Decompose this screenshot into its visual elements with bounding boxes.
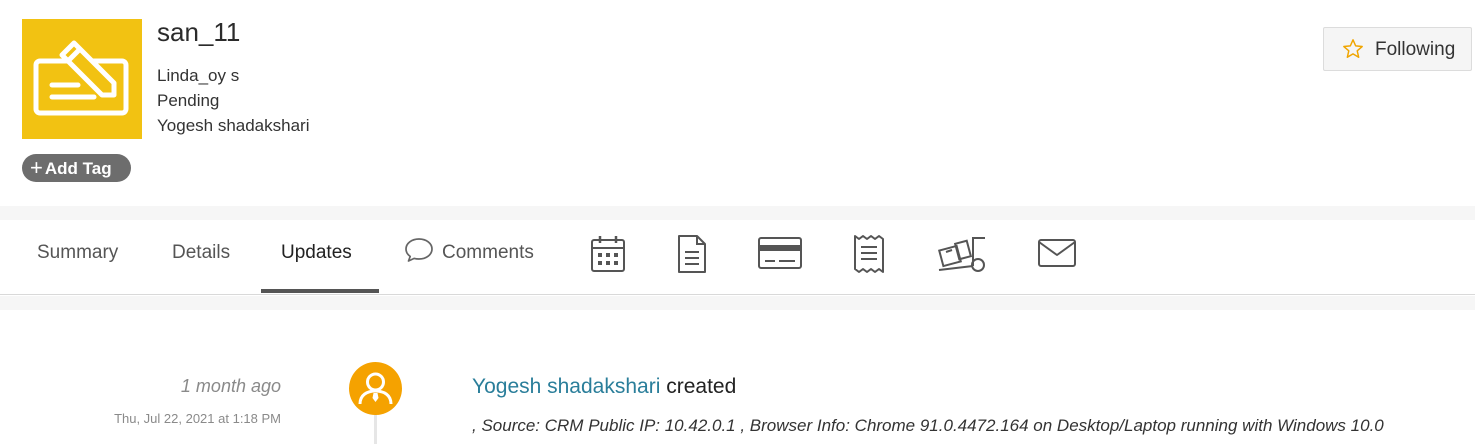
following-button[interactable]: Following (1323, 27, 1472, 71)
update-relative-time: 1 month ago (180, 376, 281, 396)
calendar-icon[interactable] (590, 234, 626, 274)
record-status: Pending (157, 91, 220, 110)
star-icon (1343, 39, 1363, 58)
record-title: san_11 (157, 17, 241, 47)
add-tag-label: Add Tag (44, 159, 112, 178)
receipt-icon[interactable] (852, 234, 886, 274)
section-divider (0, 206, 1475, 220)
update-detail: , Source: CRM Public IP: 10.42.0.1 , Bro… (472, 416, 1384, 435)
chat-bubble-icon (405, 238, 433, 262)
edit-note-icon (33, 40, 129, 116)
record-logo (22, 19, 142, 139)
following-label: Following (1375, 39, 1456, 60)
tab-comments-label: Comments (442, 242, 534, 263)
avatar (349, 362, 402, 415)
update-action: created (666, 375, 737, 398)
record-contact: Linda_oy s (157, 66, 240, 85)
record-tabs: Summary Details Updates Comments (0, 220, 1475, 295)
add-tag-button[interactable]: + Add Tag (22, 154, 131, 182)
delivery-truck-icon[interactable] (937, 234, 989, 274)
active-tab-indicator (261, 289, 379, 293)
update-title: Yogesh shadakshari created (472, 375, 736, 399)
timeline-connector (374, 412, 377, 444)
tab-details[interactable]: Details (172, 220, 230, 294)
update-user-link[interactable]: Yogesh shadakshari (472, 375, 660, 398)
record-owner: Yogesh shadakshari (157, 116, 310, 135)
user-icon (358, 372, 393, 405)
update-timestamp: Thu, Jul 22, 2021 at 1:18 PM (114, 411, 281, 426)
envelope-icon[interactable] (1037, 238, 1077, 268)
tab-summary[interactable]: Summary (37, 220, 118, 294)
credit-card-icon[interactable] (757, 236, 803, 272)
section-divider (0, 296, 1475, 310)
document-icon[interactable] (676, 234, 708, 274)
tab-updates[interactable]: Updates (281, 220, 352, 294)
record-header: + Add Tag san_11 Linda_oy s Pending Yoges… (0, 0, 1475, 206)
plus-icon: + (30, 155, 43, 180)
